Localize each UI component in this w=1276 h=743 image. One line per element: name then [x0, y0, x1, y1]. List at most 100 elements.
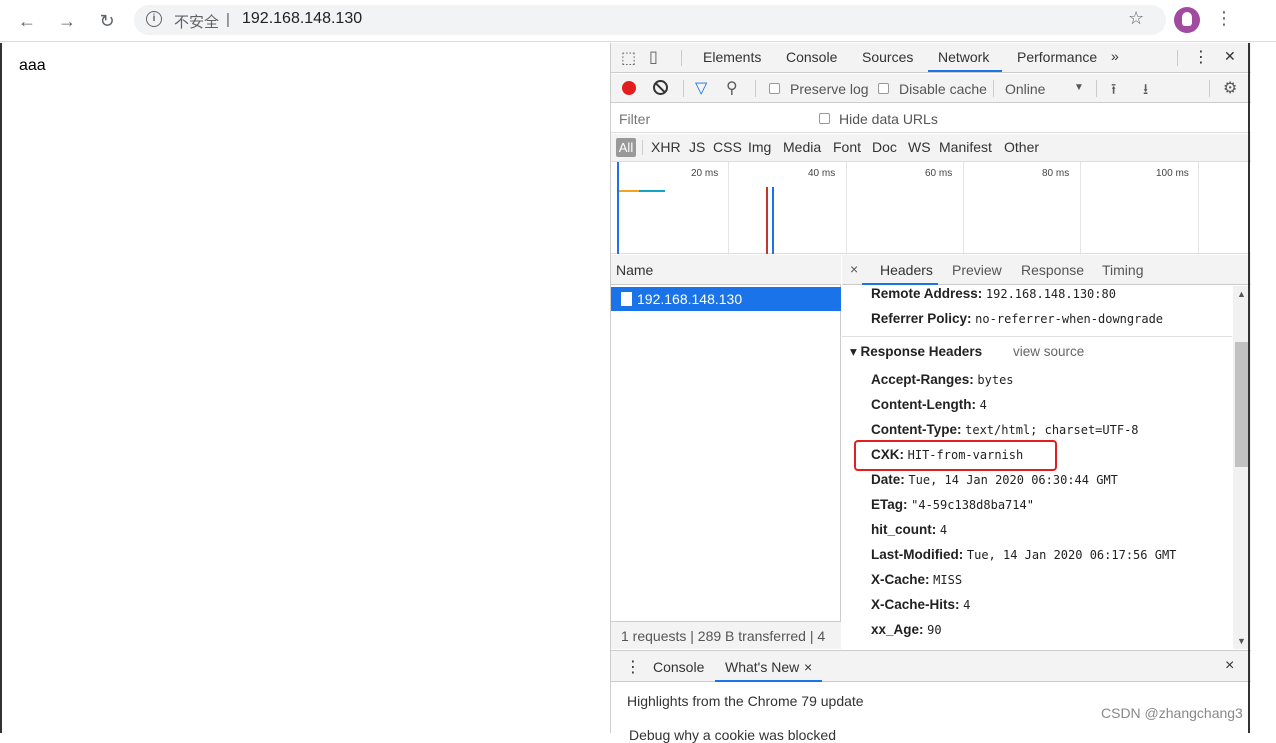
more-vertical-icon[interactable]: ⋮ — [1214, 8, 1234, 29]
page-viewport: aaa — [0, 43, 610, 733]
type-other-button[interactable]: Other — [1004, 139, 1039, 155]
tab-performance[interactable]: Performance — [1017, 49, 1097, 65]
network-overview-timeline[interactable]: 20 ms 40 ms 60 ms 80 ms 100 ms — [611, 161, 1251, 255]
request-row[interactable]: 192.168.148.130 — [611, 287, 841, 311]
device-toolbar-icon[interactable]: ▯ — [649, 47, 658, 67]
download-icon[interactable]: ⭳ — [1143, 79, 1148, 104]
drawer-menu-button[interactable]: ⋮ — [625, 657, 641, 677]
type-xhr-button[interactable]: XHR — [651, 139, 681, 155]
header-remote-address: Remote Address: 192.168.148.130:80 — [871, 286, 1116, 301]
timeline-dom-content-marker — [617, 162, 619, 254]
tab-sources[interactable]: Sources — [862, 49, 913, 65]
avatar[interactable] — [1174, 7, 1200, 33]
tab-response[interactable]: Response — [1021, 262, 1084, 278]
back-button[interactable]: ← — [14, 8, 40, 34]
browser-toolbar: ← → ↻ i 不安全 | 192.168.148.130 ☆ ⋮ — [0, 0, 1276, 42]
detail-close-button[interactable]: × — [850, 261, 858, 277]
network-status-bar: 1 requests | 289 B transferred | 4 — [611, 621, 841, 649]
record-icon[interactable] — [622, 81, 636, 95]
type-all-button[interactable]: All — [616, 138, 636, 157]
type-media-button[interactable]: Media — [783, 139, 821, 155]
header-etag: ETag: "4-59c138d8ba714" — [871, 497, 1034, 512]
upload-icon[interactable]: ⭱ — [1111, 79, 1116, 104]
tab-preview[interactable]: Preview — [952, 262, 1002, 278]
inspect-element-icon[interactable]: ⬚ — [621, 48, 636, 68]
disable-cache-checkbox[interactable] — [878, 83, 889, 94]
type-manifest-button[interactable]: Manifest — [939, 139, 992, 155]
hide-data-urls-label: Hide data URLs — [839, 111, 938, 127]
throttling-select[interactable]: Online — [1005, 81, 1045, 97]
tick-label-80ms: 80 ms — [1042, 168, 1070, 179]
url-text[interactable]: 192.168.148.130 — [242, 10, 362, 28]
request-detail-panel: × Headers Preview Response Timing Remote… — [842, 255, 1251, 649]
drawer-tab-bar: ⋮ Console What's New × × — [611, 650, 1251, 682]
timeline-domcontentloaded-marker — [772, 187, 774, 254]
network-toolbar: ▽ ⚲ Preserve log Disable cache Online ▼ … — [611, 74, 1251, 103]
header-x-cache-hits: X-Cache-Hits: 4 — [871, 597, 971, 612]
preserve-log-checkbox[interactable] — [769, 83, 780, 94]
url-separator: | — [226, 11, 230, 28]
more-tabs-button[interactable]: » — [1111, 48, 1119, 64]
active-tab-indicator — [928, 70, 1002, 72]
forward-button[interactable]: → — [54, 8, 80, 34]
gear-icon[interactable]: ⚙ — [1223, 78, 1237, 98]
type-doc-button[interactable]: Doc — [872, 139, 897, 155]
type-img-button[interactable]: Img — [748, 139, 771, 155]
type-css-button[interactable]: CSS — [713, 139, 742, 155]
header-content-length: Content-Length: 4 — [871, 397, 987, 412]
header-last-modified: Last-Modified: Tue, 14 Jan 2020 06:17:56… — [871, 547, 1177, 562]
tab-console[interactable]: Console — [786, 49, 837, 65]
info-icon[interactable]: i — [146, 11, 162, 27]
tab-headers[interactable]: Headers — [880, 262, 933, 278]
disable-cache-label: Disable cache — [899, 81, 987, 97]
view-source-link[interactable]: view source — [1013, 344, 1084, 359]
filter-icon[interactable]: ▽ — [695, 78, 707, 98]
devtools-close-button[interactable]: ✕ — [1224, 48, 1236, 65]
highlight-annotation-box — [854, 440, 1057, 471]
whats-new-item[interactable]: Debug why a cookie was blocked — [629, 727, 836, 743]
header-content-type: Content-Type: text/html; charset=UTF-8 — [871, 422, 1139, 437]
timeline-request-bar — [619, 190, 639, 192]
chevron-down-icon[interactable]: ▼ — [1074, 82, 1084, 93]
window-border — [1248, 43, 1250, 733]
tab-timing[interactable]: Timing — [1102, 262, 1144, 278]
detail-tab-bar: × Headers Preview Response Timing — [842, 255, 1251, 285]
drawer-tab-whats-new[interactable]: What's New — [725, 659, 799, 675]
drawer-active-indicator — [715, 680, 822, 682]
header-xx-age: xx_Age: 90 — [871, 622, 942, 637]
security-label[interactable]: 不安全 — [174, 11, 219, 32]
drawer-tab-console[interactable]: Console — [653, 659, 704, 675]
search-icon[interactable]: ⚲ — [726, 78, 738, 98]
scroll-down-icon[interactable]: ▼ — [1237, 636, 1246, 646]
network-split-view: Name 192.168.148.130 1 requests | 289 B … — [611, 255, 1251, 649]
type-font-button[interactable]: Font — [833, 139, 861, 155]
devtools-panel: ⬚ ▯ Elements Console Sources Network Per… — [610, 43, 1251, 743]
header-referrer-policy: Referrer Policy: no-referrer-when-downgr… — [871, 311, 1164, 326]
document-icon — [621, 292, 632, 306]
scroll-up-icon[interactable]: ▲ — [1237, 289, 1246, 299]
preserve-log-label: Preserve log — [790, 81, 869, 97]
header-x-cache: X-Cache: MISS — [871, 572, 963, 587]
response-headers-toggle[interactable]: ▾ Response Headers — [850, 344, 982, 360]
resource-type-filter: All XHR JS CSS Img Media Font Doc WS Man… — [611, 134, 1251, 161]
drawer-close-button[interactable]: × — [1225, 657, 1234, 675]
request-list: Name 192.168.148.130 1 requests | 289 B … — [611, 255, 841, 649]
scroll-thumb[interactable] — [1235, 342, 1249, 467]
tab-network[interactable]: Network — [938, 49, 989, 65]
hide-data-urls-checkbox[interactable] — [819, 113, 830, 124]
type-js-button[interactable]: JS — [689, 139, 705, 155]
reload-button[interactable]: ↻ — [94, 8, 120, 34]
address-bar[interactable]: i 不安全 | 192.168.148.130 — [134, 5, 1166, 35]
drawer-tab-close-button[interactable]: × — [804, 659, 812, 675]
star-icon[interactable]: ☆ — [1128, 8, 1144, 29]
tick-label-60ms: 60 ms — [925, 168, 953, 179]
type-ws-button[interactable]: WS — [908, 139, 931, 155]
tab-elements[interactable]: Elements — [703, 49, 761, 65]
page-content-text: aaa — [19, 57, 46, 74]
clear-icon[interactable] — [653, 80, 668, 95]
headers-tab-indicator — [862, 283, 938, 285]
devtools-menu-button[interactable]: ⋮ — [1193, 47, 1209, 67]
filter-input[interactable] — [615, 108, 801, 130]
name-column-header[interactable]: Name — [611, 255, 841, 285]
header-accept-ranges: Accept-Ranges: bytes — [871, 372, 1014, 387]
